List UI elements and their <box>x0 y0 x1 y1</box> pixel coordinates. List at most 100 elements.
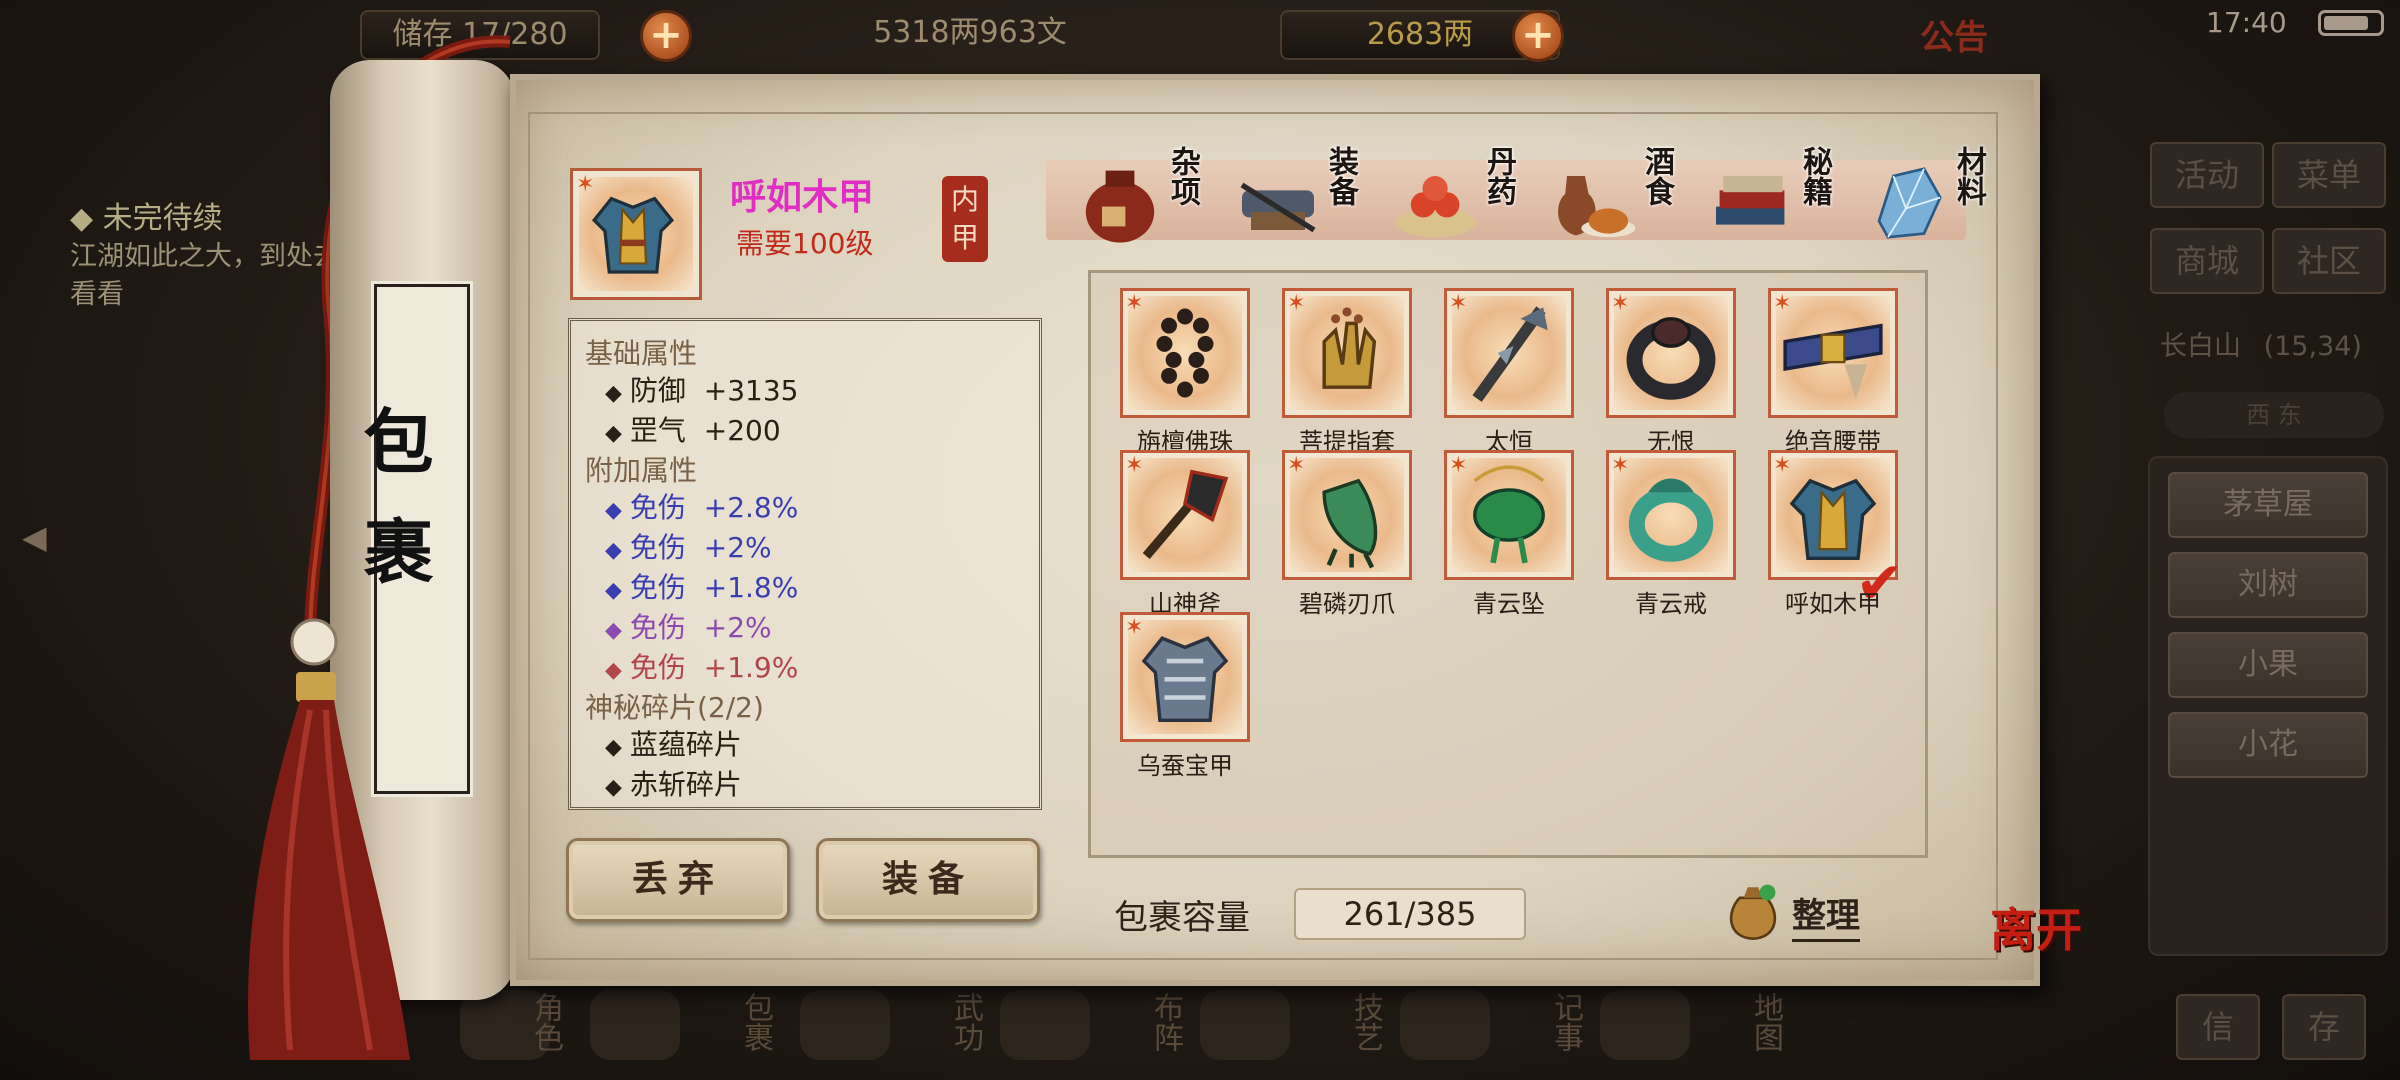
selected-item-name: 呼如木甲 <box>730 177 875 218</box>
selected-item-slot-badge: 内甲 <box>942 176 988 262</box>
star-icon: ✶ <box>1449 453 1468 478</box>
item-slot-selected[interactable]: ✶ ✔ 呼如木甲 <box>1768 450 1904 618</box>
item-slot[interactable]: ✶ 菩提指套 <box>1282 288 1412 456</box>
nav-character[interactable]: 角色 <box>500 992 563 1052</box>
pills-icon <box>1396 176 1476 238</box>
gear-bundle-icon <box>1240 182 1316 233</box>
item-slot[interactable]: ✶ 乌蚕宝甲 <box>1120 612 1250 780</box>
tab-materials[interactable]: 材料 <box>1858 142 2018 260</box>
tab-pills-label: 丹药 <box>1481 146 1516 206</box>
diamond-icon: ◆ <box>605 498 622 523</box>
item-slot[interactable]: ✶ 青云戒 <box>1606 450 1736 618</box>
armor-icon <box>591 196 675 274</box>
finger-guard-icon <box>1322 307 1377 389</box>
nav-journal[interactable]: 记事 <box>1520 992 1583 1052</box>
axe-icon <box>1142 469 1229 559</box>
shop-button[interactable]: 商城 <box>2150 228 2264 294</box>
money-bag-icon[interactable] <box>1720 878 1786 944</box>
tab-misc-label: 杂项 <box>1165 146 1200 206</box>
tab-equipment-label: 装备 <box>1323 146 1358 206</box>
prayer-beads-icon <box>1156 308 1214 398</box>
nav-journal-icon[interactable] <box>1400 990 1490 1060</box>
nav-map[interactable]: 地图 <box>1720 992 1783 1052</box>
discard-button[interactable]: 丢弃 <box>566 838 790 922</box>
item-slot[interactable]: ✶ 山神斧 <box>1120 450 1250 618</box>
star-icon: ✶ <box>1125 453 1144 478</box>
dark-ring-icon <box>1626 317 1716 400</box>
tassel-ornament <box>248 618 410 1060</box>
add-storage-button[interactable]: + <box>640 10 692 62</box>
star-icon: ✶ <box>1773 291 1792 316</box>
save-button[interactable]: 存 <box>2282 994 2366 1060</box>
star-icon: ✶ <box>1773 453 1792 478</box>
silver-armor-icon <box>1141 636 1229 723</box>
battery-icon <box>2318 10 2384 36</box>
belt-icon <box>1783 323 1883 399</box>
extra-attribute-row: ◆ 免伤 +2% <box>605 531 772 564</box>
location-readout: 长白山 (15,34) <box>2160 322 2380 372</box>
nav-formation-icon[interactable] <box>1000 990 1090 1060</box>
diamond-icon: ◆ <box>605 618 622 643</box>
star-icon: ✶ <box>1287 453 1306 478</box>
location-name: 长白山 <box>2160 331 2241 362</box>
item-slot[interactable]: ✶ 无恨 <box>1606 288 1736 456</box>
community-button[interactable]: 社区 <box>2272 228 2386 294</box>
item-slot[interactable]: ✶ 旃檀佛珠 <box>1120 288 1250 456</box>
nav-martial[interactable]: 武功 <box>920 992 983 1052</box>
silver-counter: 5318两963文 <box>830 10 1110 60</box>
sort-button[interactable]: 整理 <box>1792 888 1860 942</box>
mail-button[interactable]: 信 <box>2176 994 2260 1060</box>
nav-bag-icon[interactable] <box>590 990 680 1060</box>
announcement-button[interactable]: 公告 <box>1920 10 1988 59</box>
extra-attribute-row: ◆ 免伤 +2.8% <box>605 491 799 524</box>
base-attribute-row: ◆ 罡气 +200 <box>605 414 781 447</box>
item-slot[interactable]: ✶ 碧磷刃爪 <box>1282 450 1412 618</box>
leave-label: 离开 <box>1990 903 2082 957</box>
location-coords: (15,34) <box>2263 331 2362 362</box>
diamond-icon: ◆ <box>605 381 622 406</box>
wine-food-icon <box>1558 176 1636 238</box>
tab-misc[interactable]: 杂项 <box>1072 142 1232 260</box>
panel-title: 包裹 <box>352 405 435 625</box>
menu-button[interactable]: 菜单 <box>2272 142 2386 208</box>
nav-martial-icon[interactable] <box>800 990 890 1060</box>
shard-row: ◆ 蓝蕴碎片 <box>605 728 742 761</box>
npc-item-xiaoguo[interactable]: 小果 <box>2168 632 2368 698</box>
tab-pills[interactable]: 丹药 <box>1388 142 1548 260</box>
npc-item-hut[interactable]: 茅草屋 <box>2168 472 2368 538</box>
item-slot[interactable]: ✶ 青云坠 <box>1444 450 1574 618</box>
item-name: 青云戒 <box>1635 590 1707 618</box>
extra-attribute-row: ◆ 免伤 +2% <box>605 611 772 644</box>
extra-attribute-row: ◆ 免伤 +1.9% <box>605 651 799 684</box>
item-attributes-panel: 基础属性 ◆ 防御 +3135 ◆ 罡气 +200 附加属性 ◆ 免伤 +2.8% ◆… <box>568 318 1042 810</box>
base-attributes-header: 基础属性 <box>585 337 698 370</box>
tab-equipment[interactable]: 装备 <box>1230 142 1390 260</box>
star-icon: ✶ <box>1287 291 1306 316</box>
jade-ring-icon <box>1628 478 1714 562</box>
equip-button[interactable]: 装备 <box>816 838 1040 922</box>
crystal-icon <box>1877 167 1942 239</box>
tab-manuals-label: 秘籍 <box>1797 146 1832 206</box>
nav-skills[interactable]: 技艺 <box>1320 992 1383 1052</box>
nav-bag[interactable]: 包裹 <box>710 992 773 1052</box>
star-icon: ✶ <box>1611 291 1630 316</box>
staff-icon <box>1472 306 1548 402</box>
activity-button[interactable]: 活动 <box>2150 142 2264 208</box>
tab-food-wine[interactable]: 酒食 <box>1546 142 1706 260</box>
capacity-value: 261/385 <box>1294 888 1526 940</box>
star-icon: ✶ <box>1449 291 1468 316</box>
nav-skills-icon[interactable] <box>1200 990 1290 1060</box>
collapse-left-arrow-icon[interactable]: ◀ <box>22 518 62 558</box>
item-slot[interactable]: ✶ 太恒 <box>1444 288 1574 456</box>
leave-button[interactable]: 离开 <box>1990 906 2100 1016</box>
star-icon: ✶ <box>1125 615 1144 640</box>
npc-item-xiaohua[interactable]: 小花 <box>2168 712 2368 778</box>
npc-item-liushu[interactable]: 刘树 <box>2168 552 2368 618</box>
tab-manuals[interactable]: 秘籍 <box>1704 142 1864 260</box>
star-icon: ✶ <box>1125 291 1144 316</box>
nav-map-icon[interactable] <box>1600 990 1690 1060</box>
nav-formation[interactable]: 布阵 <box>1120 992 1183 1052</box>
add-gold-button[interactable]: + <box>1512 10 1564 62</box>
item-slot[interactable]: ✶ 绝音腰带 <box>1768 288 1898 456</box>
capacity-label: 包裹容量 <box>1114 898 1250 938</box>
